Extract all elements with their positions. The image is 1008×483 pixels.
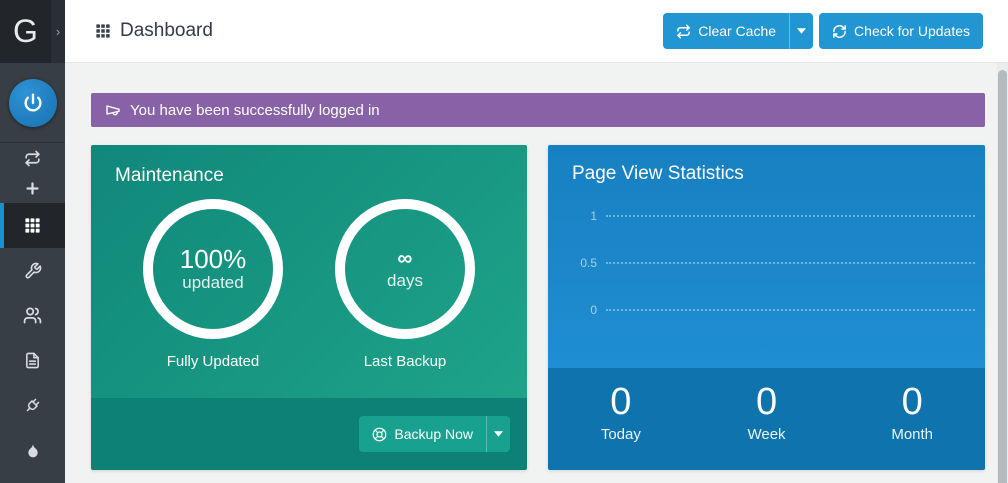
vertical-scrollbar-track[interactable] xyxy=(997,63,1008,483)
notification-banner: You have been successfully logged in xyxy=(91,93,985,127)
sidebar-item-pages[interactable] xyxy=(0,338,65,383)
maintenance-title: Maintenance xyxy=(115,165,503,187)
backup-value: ∞ xyxy=(398,247,413,270)
clear-cache-split-button: Clear Cache xyxy=(663,13,813,49)
backup-now-button[interactable]: Backup Now xyxy=(359,416,486,452)
sidebar: G › xyxy=(0,0,65,483)
page-views-chart: 1 0.5 0 xyxy=(548,192,985,333)
caret-down-icon xyxy=(797,28,806,34)
file-text-icon xyxy=(24,352,41,369)
statistics-footer: 0 Today 0 Week 0 Month xyxy=(548,368,985,470)
refresh-icon xyxy=(832,24,847,39)
main-content: You have been successfully logged in Mai… xyxy=(65,63,1008,483)
retweet-icon xyxy=(24,150,41,167)
clear-cache-button[interactable]: Clear Cache xyxy=(663,13,789,49)
chevron-right-icon: › xyxy=(56,24,60,39)
sidebar-item-users[interactable] xyxy=(0,293,65,338)
stat-month: 0 Month xyxy=(839,368,985,470)
maintenance-body: Maintenance 100% updated ∞ days Fully Up… xyxy=(91,145,527,398)
sidebar-item-configuration[interactable] xyxy=(0,248,65,293)
updated-label: Fully Updated xyxy=(143,353,283,370)
y-axis-tick: 1 xyxy=(548,209,606,223)
y-axis-tick: 0.5 xyxy=(548,256,606,270)
wrench-icon xyxy=(24,262,42,280)
clear-cache-label: Clear Cache xyxy=(698,23,776,39)
check-updates-label: Check for Updates xyxy=(854,23,970,39)
backup-split-button: Backup Now xyxy=(359,416,510,452)
topbar: Dashboard Clear Cache Check for Updates xyxy=(65,0,1008,63)
droplet-icon xyxy=(25,443,41,459)
maintenance-panel: Maintenance 100% updated ∞ days Fully Up… xyxy=(91,145,527,470)
backup-now-label: Backup Now xyxy=(394,426,473,442)
gridline xyxy=(606,262,975,264)
power-icon xyxy=(22,92,44,114)
backup-dropdown-caret[interactable] xyxy=(486,416,510,452)
stat-label: Week xyxy=(747,426,785,443)
sidebar-item-dashboard[interactable] xyxy=(0,203,65,248)
sidebar-item-add-page[interactable] xyxy=(0,173,65,203)
notification-message: You have been successfully logged in xyxy=(130,102,380,119)
megaphone-icon xyxy=(105,102,121,118)
grid-icon xyxy=(95,23,111,39)
stat-week: 0 Week xyxy=(694,368,840,470)
updated-sub: updated xyxy=(182,273,243,293)
plug-icon xyxy=(24,397,41,414)
clear-cache-dropdown-caret[interactable] xyxy=(789,13,813,49)
statistics-title: Page View Statistics xyxy=(572,163,985,185)
backup-sub: days xyxy=(387,271,423,291)
sidebar-collapse-toggle[interactable]: › xyxy=(51,0,65,63)
avatar-section xyxy=(0,63,65,143)
gridline xyxy=(606,309,975,311)
updated-circle: 100% updated xyxy=(143,199,283,339)
statistics-body: Page View Statistics 1 0.5 0 xyxy=(548,145,985,368)
life-ring-icon xyxy=(372,427,387,442)
last-backup-circle: ∞ days xyxy=(335,199,475,339)
stat-value: 0 xyxy=(610,382,631,424)
stat-label: Today xyxy=(601,426,641,443)
logo-letter: G xyxy=(13,13,38,50)
stat-value: 0 xyxy=(902,382,923,424)
sidebar-item-clear-cache[interactable] xyxy=(0,143,65,173)
grid-icon xyxy=(24,217,41,234)
sidebar-item-plugins[interactable] xyxy=(0,383,65,428)
logo-row: G › xyxy=(0,0,65,63)
grav-logo[interactable]: G xyxy=(0,0,51,63)
stat-today: 0 Today xyxy=(548,368,694,470)
stat-value: 0 xyxy=(756,382,777,424)
page-title-label: Dashboard xyxy=(120,20,213,42)
users-icon xyxy=(23,306,42,325)
vertical-scrollbar-thumb[interactable] xyxy=(998,70,1007,483)
gridline xyxy=(606,215,975,217)
y-axis-tick: 0 xyxy=(548,303,606,317)
page-title: Dashboard xyxy=(95,20,213,42)
plus-icon xyxy=(24,180,41,197)
page-view-statistics-panel: Page View Statistics 1 0.5 0 xyxy=(548,145,985,470)
maintenance-footer: Backup Now xyxy=(91,398,527,470)
sidebar-item-themes[interactable] xyxy=(0,428,65,473)
user-avatar[interactable] xyxy=(9,79,57,127)
retweet-icon xyxy=(676,24,691,39)
stat-label: Month xyxy=(891,426,933,443)
check-updates-button[interactable]: Check for Updates xyxy=(819,13,983,49)
updated-value: 100% xyxy=(180,245,247,274)
caret-down-icon xyxy=(494,431,503,437)
backup-label: Last Backup xyxy=(335,353,475,370)
